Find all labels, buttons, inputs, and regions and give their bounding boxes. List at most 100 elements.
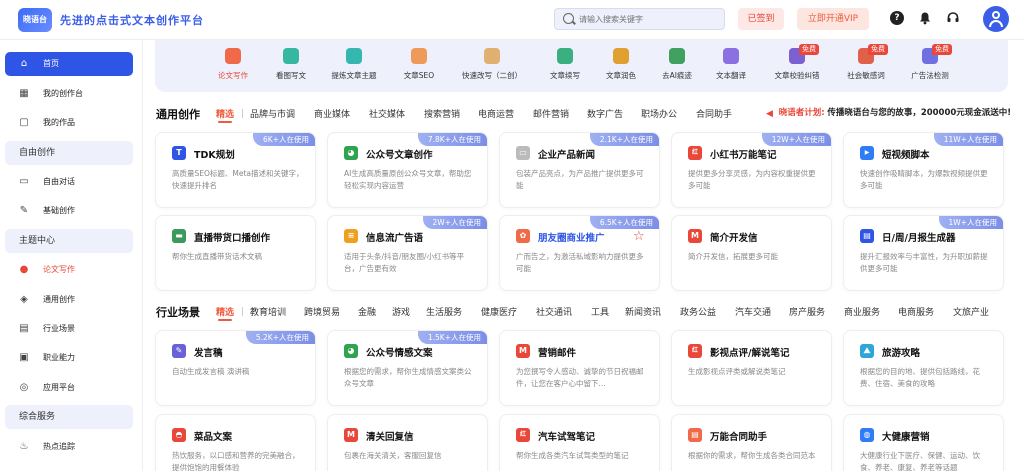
usage-badge: 12W+人在使用 bbox=[761, 133, 831, 146]
tool-remove-ai[interactable]: 去AI痕迹 bbox=[657, 48, 697, 88]
industry-tab[interactable]: 文旅产业 bbox=[953, 305, 989, 318]
general-tab[interactable]: 品牌与市调 bbox=[250, 107, 295, 120]
tool-seo[interactable]: 文章SEO bbox=[399, 48, 439, 88]
xiaohongshu-icon: 红 bbox=[688, 344, 702, 358]
tool-card[interactable]: ✎ 发言稿 自动生成发言稿 演讲稿 5.2K+人在使用 bbox=[155, 330, 316, 406]
trend-icon: ♨ bbox=[19, 441, 29, 452]
tool-ad-law[interactable]: 免费 广告法检测 bbox=[907, 44, 953, 88]
tool-card[interactable]: ⛰ 旅游攻略 根据您的目的地、提供包括路线，花费、住宿、美食的攻略 bbox=[843, 330, 1004, 406]
tool-label: 文章校验纠错 bbox=[774, 71, 820, 80]
industry-tab[interactable]: 工具 bbox=[591, 305, 609, 318]
general-tab[interactable]: 电商运营 bbox=[478, 107, 514, 120]
tool-card[interactable]: ▬ 直播带货口播创作 帮你生成直播带货话术文稿 bbox=[155, 215, 316, 291]
bell-icon[interactable] bbox=[918, 11, 932, 25]
xiaohongshu-icon: 红 bbox=[516, 428, 530, 442]
tool-card[interactable]: ◕ 公众号文章创作 AI生成高质量原创公众号文章，帮助您轻松实现内容运营 7.8… bbox=[327, 132, 488, 208]
general-tab[interactable]: 精选 bbox=[216, 107, 234, 120]
tool-continue[interactable]: 文章续写 bbox=[545, 48, 585, 88]
tool-card[interactable]: ◓ 菜品文案 热饮服务，以口感和营养的完美融合，提供饱饱的用餐体验 bbox=[155, 414, 316, 471]
industry-tab[interactable]: 汽车交通 bbox=[735, 305, 771, 318]
search-input[interactable] bbox=[579, 12, 719, 26]
tool-paper-writing[interactable]: 论文写作 bbox=[213, 48, 253, 88]
sidebar-item-basic[interactable]: ✎ 基础创作 bbox=[5, 199, 133, 223]
tool-polish[interactable]: 文章润色 bbox=[601, 48, 641, 88]
industry-tab[interactable]: 精选 bbox=[216, 305, 234, 318]
tab-divider bbox=[242, 307, 243, 316]
sidebar-item-general[interactable]: ◈ 通用创作 bbox=[5, 288, 133, 312]
tool-card[interactable]: M 清关回复信 包裹在海关清关，客服回复信 bbox=[327, 414, 488, 471]
open-vip-button[interactable]: 立即开通VIP bbox=[797, 8, 869, 30]
rewrite-tool-icon bbox=[484, 48, 500, 64]
sidebar-item-paper[interactable]: ● 论文写作 bbox=[5, 258, 133, 282]
sidebar-item-works[interactable]: ▢ 我的作品 bbox=[5, 111, 133, 135]
sidebar-item-label: 自由对话 bbox=[43, 177, 75, 186]
industry-tab[interactable]: 跨境贸易 bbox=[304, 305, 340, 318]
tool-image-writing[interactable]: 看图写文 bbox=[271, 48, 311, 88]
general-tab[interactable]: 合同助手 bbox=[696, 107, 732, 120]
general-tab[interactable]: 搜索营销 bbox=[424, 107, 460, 120]
tool-translate[interactable]: 文本翻译 bbox=[711, 48, 751, 88]
promo-banner[interactable]: ◀ 晓语者计划: 传播晓语台与您的故事，200000元现金派送中! bbox=[766, 106, 1011, 119]
sidebar-item-label: 我的创作台 bbox=[43, 89, 83, 98]
industry-tab[interactable]: 政务公益 bbox=[680, 305, 716, 318]
tool-card[interactable]: ▤ 日/周/月报生成器 提升汇报效率与丰富性，为升职加薪提供更多可能 1W+人在… bbox=[843, 215, 1004, 291]
industry-tab[interactable]: 新闻资讯 bbox=[625, 305, 661, 318]
tool-card[interactable]: ▶ 短视频脚本 快速创作吸睛脚本，为爆款视频提供更多可能 11W+人在使用 bbox=[843, 132, 1004, 208]
help-icon[interactable]: ? bbox=[890, 11, 904, 25]
user-avatar[interactable] bbox=[983, 6, 1009, 32]
usage-badge: 1W+人在使用 bbox=[938, 216, 1003, 229]
tool-card[interactable]: M 简介开发信 简介开发信，拓展更多可能 bbox=[671, 215, 832, 291]
sidebar-item-ability[interactable]: ▣ 职业能力 bbox=[5, 346, 133, 370]
tool-card[interactable]: ✿ 朋友圈商业推广 广而告之，为激活私域影响力提供更多可能 6.5K+人在使用 … bbox=[499, 215, 660, 291]
tool-card[interactable]: T TDK规划 高质量SEO标题、Meta描述和关键字，快速提升排名 6K+人在… bbox=[155, 132, 316, 208]
sidebar-item-home[interactable]: ⌂ 首页 bbox=[5, 52, 133, 76]
industry-tab[interactable]: 金融 bbox=[358, 305, 376, 318]
general-tab[interactable]: 商业媒体 bbox=[314, 107, 350, 120]
industry-tab[interactable]: 商业服务 bbox=[844, 305, 880, 318]
industry-tab[interactable]: 房产服务 bbox=[789, 305, 825, 318]
tool-card[interactable]: ▤ 万能合同助手 根据你的需求，帮你生成各类合同范本 bbox=[671, 414, 832, 471]
app-logo[interactable]: 晓语台 bbox=[18, 8, 52, 32]
tool-card[interactable]: M 营销邮件 为您撰写令人感动、诚挚的节日祝福邮件，让您在客户心中留下... bbox=[499, 330, 660, 406]
industry-tab[interactable]: 健康医疗 bbox=[481, 305, 517, 318]
tool-extract-theme[interactable]: 提炼文章主题 bbox=[326, 48, 382, 88]
sidebar-item-industry[interactable]: ▤ 行业场景 bbox=[5, 317, 133, 341]
tool-rewrite[interactable]: 快速改写（二创） bbox=[457, 48, 527, 88]
tool-card[interactable]: ▭ 企业产品新闻 包装产品亮点，为产品推广提供更多可能 2.1K+人在使用 bbox=[499, 132, 660, 208]
tool-label: 广告法检测 bbox=[911, 71, 949, 80]
search-box[interactable] bbox=[554, 8, 725, 30]
sidebar-item-chat[interactable]: ▭ 自由对话 bbox=[5, 170, 133, 194]
free-badge: 免费 bbox=[868, 44, 888, 55]
tool-card[interactable]: ≡ 信息流广告语 适用于头条/抖音/朋友圈/小红书等平台，广告更有效 2W+人在… bbox=[327, 215, 488, 291]
tool-sensitive-words[interactable]: 免费 社会敏感词 bbox=[841, 44, 891, 88]
sidebar-item-workbench[interactable]: ▦ 我的创作台 bbox=[5, 82, 133, 106]
general-tab[interactable]: 邮件营销 bbox=[533, 107, 569, 120]
industry-tab[interactable]: 电商服务 bbox=[898, 305, 934, 318]
sidebar-item-trends[interactable]: ♨ 热点追踪 bbox=[5, 435, 133, 459]
industry-tab[interactable]: 社交通讯 bbox=[536, 305, 572, 318]
gmail-icon: M bbox=[516, 344, 530, 358]
headset-icon[interactable] bbox=[946, 11, 960, 25]
star-icon[interactable]: ☆ bbox=[633, 230, 647, 244]
card-title: 日/周/月报生成器 bbox=[882, 233, 956, 244]
tool-card[interactable]: ◕ 公众号情感文案 根据您的需求，帮你生成情感文案类公众号文章 1.5K+人在使… bbox=[327, 330, 488, 406]
card-desc: AI生成高质量原创公众号文章，帮助您轻松实现内容运营 bbox=[344, 169, 472, 190]
industry-tab[interactable]: 教育培训 bbox=[250, 305, 286, 318]
card-desc: 适用于头条/抖音/朋友圈/小红书等平台，广告更有效 bbox=[344, 252, 465, 273]
general-tab[interactable]: 职场办公 bbox=[641, 107, 677, 120]
sidebar-item-label: 职业能力 bbox=[43, 353, 75, 362]
tool-proofread[interactable]: 免费 文章校验纠错 bbox=[769, 44, 825, 88]
general-tab[interactable]: 数字广告 bbox=[587, 107, 623, 120]
sidebar-item-platform[interactable]: ◎ 应用平台 bbox=[5, 376, 133, 400]
sidebar: ⌂ 首页 ▦ 我的创作台 ▢ 我的作品 自由创作 ▭ 自由对话 ✎ 基础创作 主… bbox=[0, 40, 143, 471]
tool-card[interactable]: 红 小红书万能笔记 提供更多分享灵感，为内容权重提供更多可能 12W+人在使用 bbox=[671, 132, 832, 208]
tool-card[interactable]: 红 汽车试驾笔记 帮你生成各类汽车试驾类型的笔记 bbox=[499, 414, 660, 471]
general-tab[interactable]: 社交媒体 bbox=[369, 107, 405, 120]
speech-icon: ✎ bbox=[172, 344, 186, 358]
signed-in-button[interactable]: 已签到 bbox=[738, 8, 784, 30]
industry-tab[interactable]: 游戏 bbox=[392, 305, 410, 318]
tool-card[interactable]: ◍ 大健康营销 大健康行业下医疗、保健、运动、饮食、养老、康复、养老等话题 bbox=[843, 414, 1004, 471]
app-slogan: 先进的点击式文本创作平台 bbox=[60, 14, 204, 27]
tool-card[interactable]: 红 影视点评/解说笔记 生成影视点评类或解说类笔记 bbox=[671, 330, 832, 406]
industry-tab[interactable]: 生活服务 bbox=[426, 305, 462, 318]
